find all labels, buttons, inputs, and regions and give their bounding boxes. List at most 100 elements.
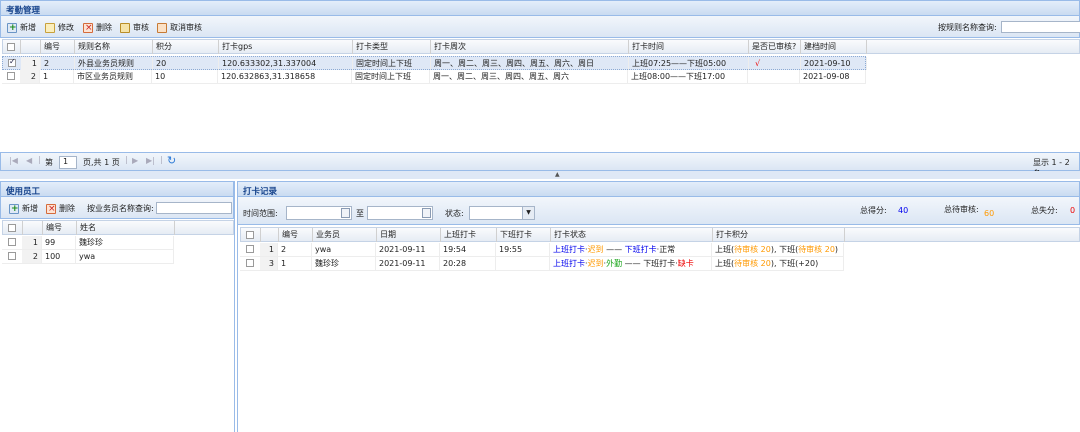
col-audited[interactable]: 是否已审核? [749,40,801,54]
col-user[interactable]: 业务员 [313,228,377,242]
pager-sep: | [160,155,163,164]
add-icon [7,21,17,35]
end-date-input[interactable] [367,206,433,220]
time-range-label: 时间范围: [243,209,278,218]
first-page-icon[interactable]: |◀ [9,156,18,165]
calendar-icon[interactable] [422,208,431,218]
col-type[interactable]: 打卡类型 [353,40,431,54]
cell-time: 上班08:00——下班17:00 [628,70,748,83]
next-page-icon[interactable]: ▶ [132,156,138,165]
row-checkbox[interactable]: ✓ [8,57,16,67]
cell-date: 2021-09-11 [376,243,440,256]
cell-user: ywa [312,243,376,256]
rule-search-label: 按规则名称查询: [938,23,997,32]
collapse-arrow-icon[interactable]: ▲ [555,171,560,178]
horizontal-splitter[interactable] [0,171,1080,179]
row-checkbox[interactable] [246,259,254,267]
cell-checkout: 19:55 [496,243,550,256]
col-rule-name[interactable]: 规则名称 [75,40,153,54]
unaudit-icon [157,23,167,33]
cell-status: 上班打卡·迟到·外勤 —— 下班打卡·缺卡 [550,257,712,270]
rownum-column [261,228,279,242]
row-checkbox[interactable] [7,72,15,80]
col-checkin[interactable]: 上班打卡 [441,228,497,242]
row-number: 2 [22,250,42,263]
delete-employee-button[interactable]: 删除 [46,202,75,216]
col-points[interactable]: 打卡积分 [713,228,845,242]
last-page-icon[interactable]: ▶| [146,156,155,165]
row-number: 2 [20,70,40,83]
chevron-down-icon[interactable]: ▼ [522,207,534,219]
total-score-label: 总得分: [860,206,887,215]
row-checkbox[interactable] [8,252,16,260]
col-id[interactable]: 编号 [279,228,313,242]
calendar-icon[interactable] [341,208,350,218]
cell-audited [748,70,800,83]
table-row[interactable]: 1 99 魏珍珍 [2,236,174,250]
col-name[interactable]: 姓名 [77,221,175,235]
col-time[interactable]: 打卡时间 [629,40,749,54]
select-all-checkbox[interactable] [7,43,15,51]
cell-checkin: 19:54 [440,243,496,256]
status-select[interactable]: ▼ [469,206,535,220]
rule-search-input[interactable] [1001,21,1080,33]
employee-search-input[interactable] [156,202,232,214]
cell-gps: 120.632863,31.318658 [218,70,352,83]
col-weeks[interactable]: 打卡周次 [431,40,629,54]
col-gps[interactable]: 打卡gps [219,40,353,54]
refresh-icon[interactable]: ↻ [167,154,176,167]
table-row[interactable]: 3 1 魏珍珍 2021-09-11 20:28 上班打卡·迟到·外勤 —— 下… [240,257,844,271]
prev-page-icon[interactable]: ◀ [26,156,32,165]
row-checkbox[interactable] [8,238,16,246]
edit-rule-button[interactable]: 修改 [45,21,74,35]
cell-type: 固定时间上下班 [353,57,431,70]
cell-rule-name: 市区业务员规则 [74,70,152,83]
col-checkout[interactable]: 下班打卡 [497,228,551,242]
cell-gps: 120.633302,31.337004 [219,57,353,70]
cell-checkin: 20:28 [440,257,496,270]
page-number-input[interactable]: 1 [59,156,77,169]
col-score[interactable]: 积分 [153,40,219,54]
select-all-checkbox[interactable] [8,224,16,232]
col-id[interactable]: 编号 [41,40,75,54]
start-date-input[interactable] [286,206,352,220]
unaudit-button[interactable]: 取消审核 [157,21,202,35]
col-id[interactable]: 编号 [43,221,77,235]
table-row[interactable]: 2 100 ywa [2,250,174,264]
table-row[interactable]: ✓ 1 2 外县业务员规则 20 120.633302,31.337004 固定… [2,56,867,70]
employees-panel-header: 使用员工 [0,181,234,197]
total-lost-label: 总失分: [1031,206,1058,215]
delete-rule-button[interactable]: 删除 [83,21,112,35]
cell-name: ywa [76,250,174,263]
cell-id: 1 [278,257,312,270]
select-all-column [241,228,261,242]
cell-id: 100 [42,250,76,263]
add-rule-button[interactable]: 新增 [7,21,36,35]
records-panel-header: 打卡记录 [237,181,1080,197]
audit-button[interactable]: 审核 [120,21,149,35]
select-all-checkbox[interactable] [246,231,254,239]
edit-icon [45,23,55,33]
add-employee-button[interactable]: 新增 [9,202,38,216]
row-number: 1 [21,57,41,70]
cell-rule-name: 外县业务员规则 [75,57,153,70]
table-row[interactable]: 1 2 ywa 2021-09-11 19:54 19:55 上班打卡·迟到 —… [240,243,844,257]
cell-score: 10 [152,70,218,83]
cell-points: 上班(待审核 20), 下班(+20) [712,257,844,270]
attendance-panel-title: 考勤管理 [6,6,41,16]
cell-id: 99 [42,236,76,249]
col-created[interactable]: 建档时间 [801,40,867,54]
employees-panel-title: 使用员工 [6,187,41,197]
employees-grid-header: 编号 姓名 [2,220,234,235]
cell-checkout [496,257,550,270]
row-checkbox[interactable] [246,245,254,253]
total-pending-label: 总待审核: [944,205,979,214]
page-prefix: 第 [45,158,53,167]
cell-id: 2 [278,243,312,256]
row-number: 1 [260,243,278,256]
cell-score: 20 [153,57,219,70]
records-grid-header: 编号 业务员 日期 上班打卡 下班打卡 打卡状态 打卡积分 [240,227,1080,242]
col-date[interactable]: 日期 [377,228,441,242]
col-status[interactable]: 打卡状态 [551,228,713,242]
table-row[interactable]: 2 1 市区业务员规则 10 120.632863,31.318658 固定时间… [2,70,866,84]
